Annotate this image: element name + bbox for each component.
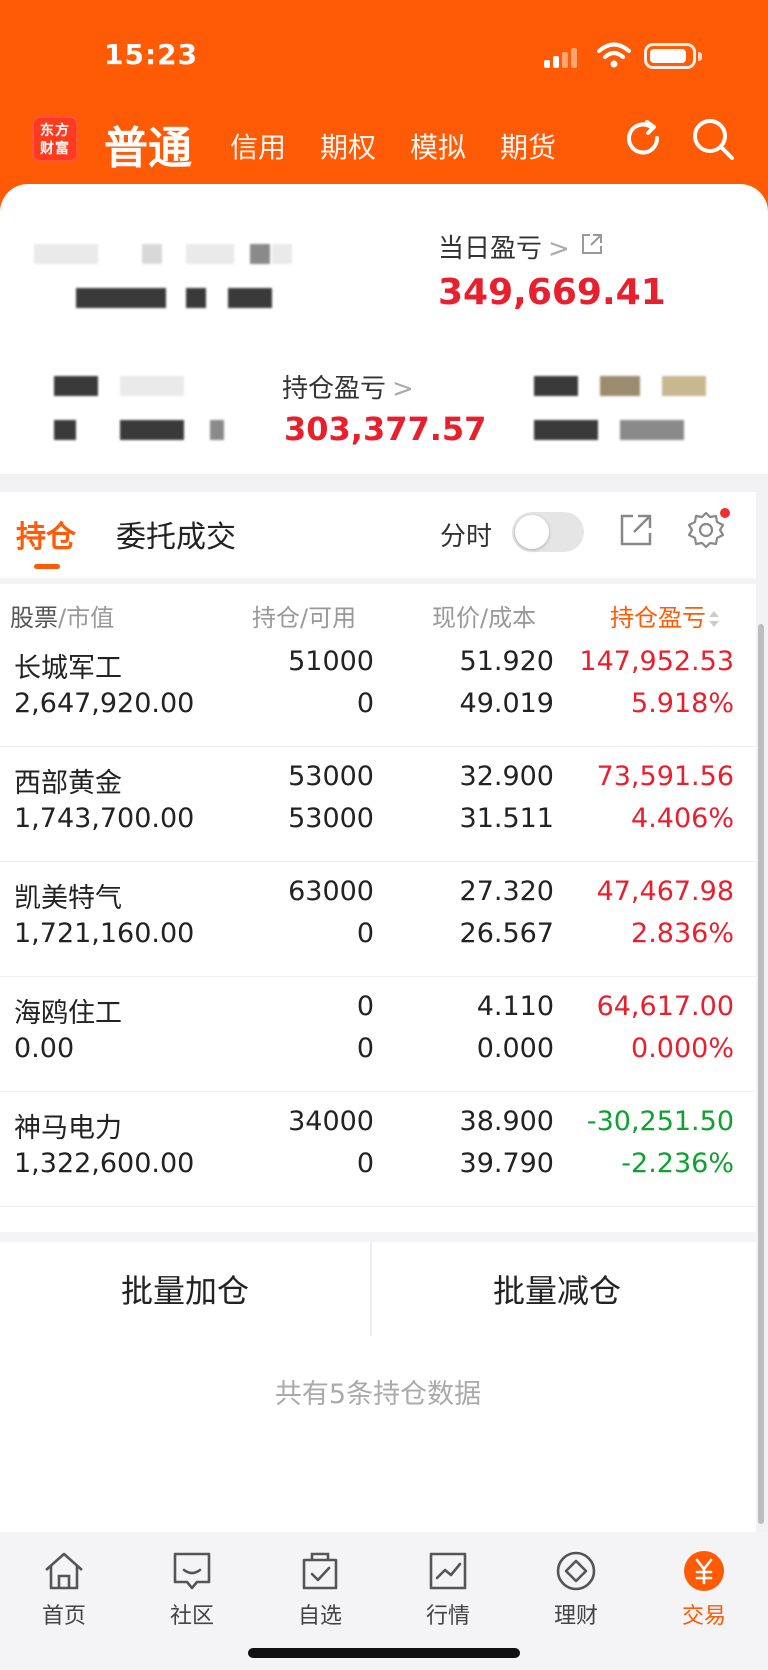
battery-icon [644, 43, 702, 69]
current-price: 32.900 [459, 761, 554, 792]
holding-qty: 0 [356, 991, 374, 1022]
home-indicator [248, 1648, 520, 1658]
intraday-label: 分时 [440, 522, 493, 552]
account-type-tabs: 信用 期权 模拟 期货 [230, 126, 556, 166]
position-row[interactable]: 西部黄金 1,743,700.00 53000 53000 32.900 31.… [0, 747, 756, 862]
column-header-stock: 股票/市值 [10, 604, 115, 632]
tab-normal[interactable]: 普通 [104, 112, 192, 176]
wifi-icon [597, 42, 631, 68]
stock-name: 西部黄金 [14, 768, 122, 799]
cost-price: 39.790 [459, 1148, 554, 1179]
column-header-price: 现价/成本 [432, 604, 537, 632]
available-qty: 0 [356, 1033, 374, 1064]
current-price: 51.920 [459, 646, 554, 677]
position-pl: 47,467.98 [596, 876, 734, 907]
intraday-toggle[interactable] [512, 512, 584, 552]
position-row[interactable]: 海鸥住工 0.00 0 0 4.110 0.000 64,617.00 0.00… [0, 977, 756, 1092]
sort-icon[interactable] [708, 608, 720, 630]
share-icon[interactable] [618, 512, 654, 548]
cost-price: 49.019 [459, 688, 554, 719]
cost-price: 0.000 [476, 1033, 554, 1064]
tab-options[interactable]: 期权 [320, 126, 376, 166]
batch-actions: 批量加仓 批量减仓 [0, 1232, 756, 1336]
scrollbar[interactable] [758, 624, 764, 1524]
holding-pl-value: 303,377.57 [284, 410, 487, 448]
status-time: 15:23 [104, 38, 199, 71]
search-icon[interactable] [690, 116, 736, 162]
market-value: 0.00 [14, 1033, 75, 1064]
stock-name: 海鸥住工 [14, 998, 122, 1029]
community-icon [173, 1552, 211, 1590]
position-pl: 64,617.00 [596, 991, 734, 1022]
market-value: 2,647,920.00 [14, 688, 195, 719]
position-pl-pct: 2.836% [631, 918, 734, 949]
available-qty: 53000 [288, 803, 374, 834]
cellular-signal-icon [544, 44, 586, 68]
daily-pl-label[interactable]: 当日盈亏 > [438, 228, 570, 265]
position-pl-pct: 4.406% [631, 803, 734, 834]
available-qty: 0 [356, 1148, 374, 1179]
active-tab-indicator [34, 564, 60, 569]
positions-panel: 持仓 委托成交 分时 股票/市值 持仓/可用 现价/成本 持仓盈亏 长城军工 2… [0, 492, 756, 1532]
position-pl-pct: 5.918% [631, 688, 734, 719]
nav-home[interactable]: 首页 [0, 1548, 128, 1630]
position-pl: 73,591.56 [596, 761, 734, 792]
nav-market[interactable]: 行情 [384, 1548, 512, 1630]
current-price: 27.320 [459, 876, 554, 907]
market-icon [429, 1552, 467, 1590]
external-link-icon[interactable] [580, 232, 604, 256]
watchlist-icon [302, 1552, 338, 1590]
position-row[interactable]: 长城军工 2,647,920.00 51000 0 51.920 49.019 … [0, 632, 756, 747]
tab-simulation[interactable]: 模拟 [410, 126, 466, 166]
market-value: 1,721,160.00 [14, 918, 195, 949]
available-qty: 0 [356, 688, 374, 719]
nav-trade[interactable]: 交易 [640, 1548, 768, 1630]
column-header-holding: 持仓/可用 [252, 604, 357, 632]
stock-name: 长城军工 [14, 653, 122, 684]
position-pl-pct: 0.000% [631, 1033, 734, 1064]
tab-orders-trades[interactable]: 委托成交 [116, 512, 236, 556]
cost-price: 26.567 [459, 918, 554, 949]
wealth-icon [556, 1551, 596, 1591]
stock-name: 凯美特气 [14, 883, 122, 914]
current-price: 38.900 [459, 1106, 554, 1137]
position-row[interactable]: 凯美特气 1,721,160.00 63000 0 27.320 26.567 … [0, 862, 756, 977]
trade-icon [684, 1551, 724, 1591]
nav-watchlist[interactable]: 自选 [256, 1548, 384, 1630]
holding-qty: 53000 [288, 761, 374, 792]
position-row[interactable]: 神马电力 1,322,600.00 34000 0 38.900 39.790 … [0, 1092, 756, 1207]
column-header-pl[interactable]: 持仓盈亏 [610, 598, 720, 633]
tab-holdings[interactable]: 持仓 [16, 512, 76, 556]
brand-logo: 东方财富 [32, 116, 78, 162]
stock-name: 神马电力 [14, 1113, 122, 1144]
position-pl-pct: -2.236% [621, 1148, 734, 1179]
position-pl: 147,952.53 [579, 646, 734, 677]
holding-pl-label[interactable]: 持仓盈亏 > [282, 368, 414, 405]
positions-count-text: 共有5条持仓数据 [274, 1379, 482, 1410]
market-value: 1,322,600.00 [14, 1148, 195, 1179]
notification-dot [720, 508, 730, 518]
holding-qty: 51000 [288, 646, 374, 677]
nav-community[interactable]: 社区 [128, 1548, 256, 1630]
holding-qty: 34000 [288, 1106, 374, 1137]
daily-pl-value: 349,669.41 [438, 272, 666, 313]
batch-reduce-button[interactable]: 批量减仓 [372, 1242, 742, 1336]
cost-price: 31.511 [459, 803, 554, 834]
holding-qty: 63000 [288, 876, 374, 907]
tab-credit[interactable]: 信用 [230, 126, 286, 166]
market-value: 1,743,700.00 [14, 803, 195, 834]
nav-wealth[interactable]: 理财 [512, 1548, 640, 1630]
current-price: 4.110 [476, 991, 554, 1022]
position-pl: -30,251.50 [586, 1106, 734, 1137]
tab-futures[interactable]: 期货 [500, 126, 556, 166]
refresh-icon[interactable] [622, 118, 666, 162]
available-qty: 0 [356, 918, 374, 949]
batch-add-button[interactable]: 批量加仓 [0, 1242, 370, 1336]
home-icon [45, 1552, 83, 1590]
divider [0, 578, 756, 584]
